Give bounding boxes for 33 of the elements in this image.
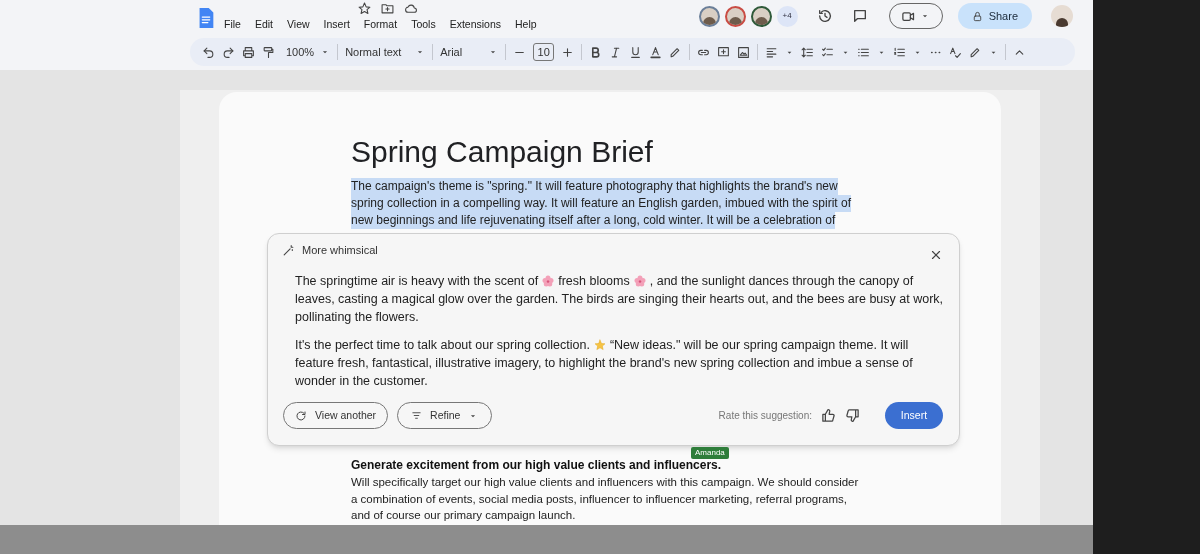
suggestion-text: The springtime air is heavy with the scent of bbox=[295, 273, 539, 290]
suggestion-text: leaves, casting a magical glow over the garden. The birds are singing their hearts out, and the bees are busy at work, bbox=[295, 291, 944, 308]
section-heading: Generate excitement from our high value clients and influencers. bbox=[351, 457, 723, 474]
suggestion-text: fresh blooms bbox=[558, 273, 630, 290]
menu-item[interactable]: Tools bbox=[410, 17, 437, 33]
font-size-field[interactable]: 10 bbox=[533, 43, 555, 61]
suggestion-text: It's the perfect time to talk about our spring collection. bbox=[295, 337, 590, 354]
font-dropdown[interactable]: Arial bbox=[440, 43, 499, 61]
selected-text: spring collection in a compelling way. It will feature an English garden, imbued with the spirit of bbox=[351, 195, 852, 212]
suggestion-text: pollinating the flowers. bbox=[295, 309, 419, 326]
menu-item[interactable]: Extensions bbox=[448, 17, 502, 33]
menu-item[interactable]: Help bbox=[514, 17, 538, 33]
selected-text: The campaign's theme is "spring." It will feature photography that highlights the brand's new bbox=[351, 178, 838, 195]
collaborator-cursor-tag: Amanda bbox=[691, 447, 729, 459]
text-style-dropdown[interactable]: Normal text bbox=[345, 43, 426, 61]
more-collaborators-badge[interactable]: +4 bbox=[776, 5, 798, 27]
menu-item[interactable]: Insert bbox=[322, 17, 351, 33]
share-button[interactable]: Share bbox=[957, 3, 1032, 29]
suggestion-text: , and the sunlight dances through the canopy of bbox=[649, 273, 914, 290]
suggestion-text: feature fresh, fantastical, illustrative imagery, to highlight the brand's new spring collection and imbue a sense of bbox=[295, 355, 913, 372]
insert-button[interactable]: Insert bbox=[885, 402, 943, 429]
menu-item[interactable]: File bbox=[223, 17, 242, 33]
suggestion-text: “New ideas." will be our spring campaign theme. It will bbox=[609, 337, 909, 354]
zoom-dropdown[interactable]: 100% bbox=[286, 43, 331, 61]
menu-item[interactable]: Edit bbox=[253, 17, 274, 33]
menu-item[interactable]: Format bbox=[362, 17, 399, 33]
suggestion-text: wonder in the customer. bbox=[295, 373, 428, 390]
section-text: Will specifically target our high value clients and influencers with this campaign. We should consider a combination of events, social media posts, influencer to influencer marketing, referral programs, and of course our primary campaign launch. bbox=[351, 475, 860, 523]
document-title: Spring Campaign Brief bbox=[351, 134, 654, 170]
menu-item[interactable]: View bbox=[286, 17, 311, 33]
rating-label: Rate this suggestion: bbox=[718, 409, 812, 423]
suggestion-title: More whimsical bbox=[302, 242, 378, 258]
selected-text: new beginnings and life rejuvenating itself after a long, cold winter. It will be a celebration of bbox=[351, 212, 836, 229]
